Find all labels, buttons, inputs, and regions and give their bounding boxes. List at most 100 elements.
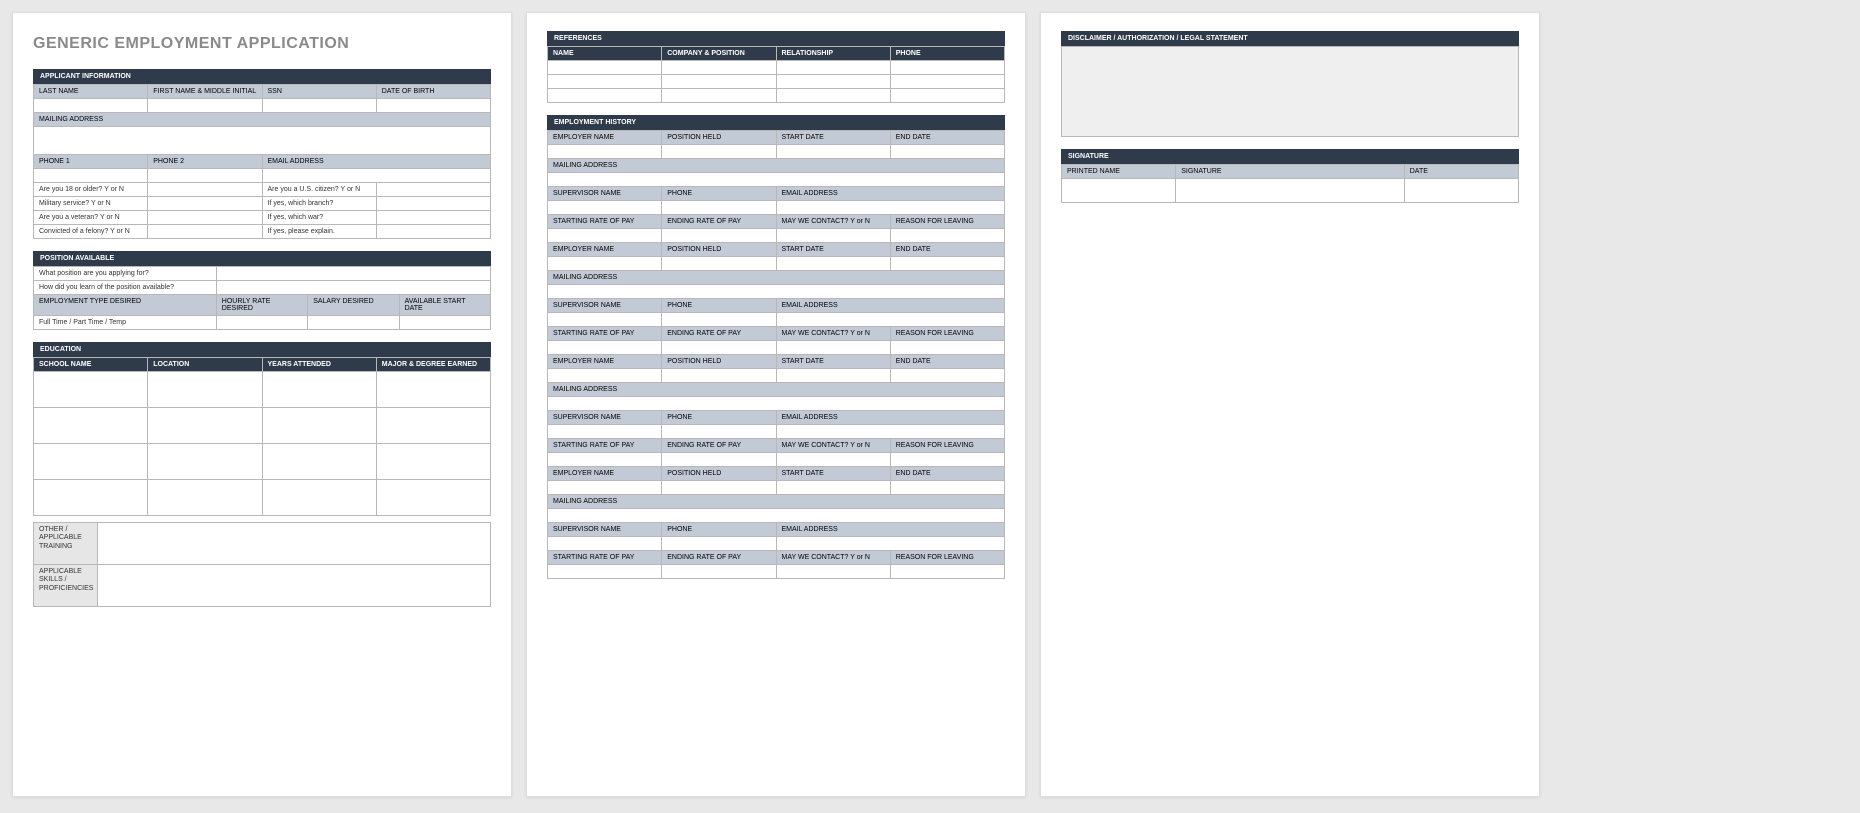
q-explain: If yes, please explain. [262, 225, 376, 239]
label-last-name: LAST NAME [34, 85, 148, 99]
education-table: SCHOOL NAME LOCATION YEARS ATTENDED MAJO… [33, 357, 491, 516]
ref-row[interactable] [548, 89, 662, 103]
input-phone1[interactable] [34, 169, 148, 183]
col-ref-name: NAME [548, 47, 662, 61]
input-citizen[interactable] [376, 183, 490, 197]
label-emp-email: EMAIL ADDRESS [776, 187, 1005, 201]
document-title: GENERIC EMPLOYMENT APPLICATION [33, 35, 491, 53]
col-ref-phone: PHONE [890, 47, 1004, 61]
q-position: What position are you applying for? [34, 267, 217, 281]
label-date: DATE [1404, 165, 1518, 179]
applicant-header: APPLICANT INFORMATION [33, 69, 491, 84]
position-header: POSITION AVAILABLE [33, 251, 491, 266]
references-header: REFERENCES [547, 31, 1005, 46]
input-signature[interactable] [1176, 179, 1405, 203]
input-war[interactable] [376, 211, 490, 225]
label-signature: SIGNATURE [1176, 165, 1405, 179]
position-table: What position are you applying for? How … [33, 266, 491, 330]
edu-row[interactable] [34, 444, 148, 480]
input-felony[interactable] [148, 225, 262, 239]
label-start-date: START DATE [776, 131, 890, 145]
input-email[interactable] [262, 169, 491, 183]
label-emp-type: EMPLOYMENT TYPE DESIRED [34, 295, 217, 316]
label-phone1: PHONE 1 [34, 155, 148, 169]
edu-row[interactable] [34, 408, 148, 444]
employment-header: EMPLOYMENT HISTORY [547, 115, 1005, 130]
input-other-training[interactable] [97, 523, 490, 565]
q-military: Military service? Y or N [34, 197, 148, 211]
disclaimer-header: DISCLAIMER / AUTHORIZATION / LEGAL STATE… [1061, 31, 1519, 46]
q-citizen: Are you a U.S. citizen? Y or N [262, 183, 376, 197]
label-start-pay: STARTING RATE OF PAY [548, 215, 662, 229]
education-header: EDUCATION [33, 342, 491, 357]
q-learn: How did you learn of the position availa… [34, 281, 217, 295]
q-felony: Convicted of a felony? Y or N [34, 225, 148, 239]
label-salary: SALARY DESIRED [308, 295, 399, 316]
col-major: MAJOR & DEGREE EARNED [376, 358, 490, 372]
input-hourly[interactable] [216, 316, 307, 330]
label-supervisor: SUPERVISOR NAME [548, 187, 662, 201]
signature-table: PRINTED NAME SIGNATURE DATE [1061, 164, 1519, 203]
label-end-pay: ENDING RATE OF PAY [662, 215, 776, 229]
disclaimer-box[interactable] [1062, 47, 1519, 137]
input-first-name[interactable] [148, 99, 262, 113]
label-printed-name: PRINTED NAME [1062, 165, 1176, 179]
page-2: REFERENCES NAME COMPANY & POSITION RELAT… [526, 12, 1026, 797]
input-start[interactable] [399, 316, 490, 330]
label-employer: EMPLOYER NAME [548, 131, 662, 145]
ref-row[interactable] [548, 61, 662, 75]
input-dob[interactable] [376, 99, 490, 113]
ref-row[interactable] [548, 75, 662, 89]
label-contact: MAY WE CONTACT? Y or N [776, 215, 890, 229]
label-other-training: OTHER / APPLICABLE TRAINING [34, 523, 98, 565]
label-start: AVAILABLE START DATE [399, 295, 490, 316]
applicant-table: LAST NAME FIRST NAME & MIDDLE INITIAL SS… [33, 84, 491, 239]
input-learn[interactable] [216, 281, 490, 295]
input-date[interactable] [1404, 179, 1518, 203]
page-3: DISCLAIMER / AUTHORIZATION / LEGAL STATE… [1040, 12, 1540, 797]
label-reason: REASON FOR LEAVING [890, 215, 1004, 229]
col-school: SCHOOL NAME [34, 358, 148, 372]
edu-row[interactable] [34, 480, 148, 516]
input-salary[interactable] [308, 316, 399, 330]
disclaimer-table [1061, 46, 1519, 137]
references-table: NAME COMPANY & POSITION RELATIONSHIP PHO… [547, 46, 1005, 103]
edu-row[interactable] [34, 372, 148, 408]
input-explain[interactable] [376, 225, 490, 239]
input-veteran[interactable] [148, 211, 262, 225]
col-ref-relationship: RELATIONSHIP [776, 47, 890, 61]
label-skills: APPLICABLE SKILLS / PROFICIENCIES [34, 565, 98, 607]
q-veteran: Are you a veteran? Y or N [34, 211, 148, 225]
education-extra-table: OTHER / APPLICABLE TRAINING APPLICABLE S… [33, 522, 491, 607]
label-phone2: PHONE 2 [148, 155, 262, 169]
label-first-name: FIRST NAME & MIDDLE INITIAL [148, 85, 262, 99]
label-position-held: POSITION HELD [662, 131, 776, 145]
input-age[interactable] [148, 183, 262, 197]
label-hourly: HOURLY RATE DESIRED [216, 295, 307, 316]
employment-table: EMPLOYER NAME POSITION HELD START DATE E… [547, 130, 1005, 579]
input-phone2[interactable] [148, 169, 262, 183]
signature-header: SIGNATURE [1061, 149, 1519, 164]
input-branch[interactable] [376, 197, 490, 211]
page-1: GENERIC EMPLOYMENT APPLICATION APPLICANT… [12, 12, 512, 797]
input-military[interactable] [148, 197, 262, 211]
label-end-date: END DATE [890, 131, 1004, 145]
input-last-name[interactable] [34, 99, 148, 113]
input-ssn[interactable] [262, 99, 376, 113]
q-branch: If yes, which branch? [262, 197, 376, 211]
input-position[interactable] [216, 267, 490, 281]
input-skills[interactable] [97, 565, 490, 607]
input-emp-type[interactable]: Full Time / Part Time / Temp [34, 316, 217, 330]
col-ref-company: COMPANY & POSITION [662, 47, 776, 61]
label-emp-phone: PHONE [662, 187, 776, 201]
input-mailing[interactable] [34, 127, 491, 155]
label-emp-mailing: MAILING ADDRESS [548, 159, 1005, 173]
input-printed-name[interactable] [1062, 179, 1176, 203]
col-location: LOCATION [148, 358, 262, 372]
q-war: If yes, which war? [262, 211, 376, 225]
label-dob: DATE OF BIRTH [376, 85, 490, 99]
label-ssn: SSN [262, 85, 376, 99]
q-age: Are you 18 or older? Y or N [34, 183, 148, 197]
col-years: YEARS ATTENDED [262, 358, 376, 372]
label-email: EMAIL ADDRESS [262, 155, 491, 169]
